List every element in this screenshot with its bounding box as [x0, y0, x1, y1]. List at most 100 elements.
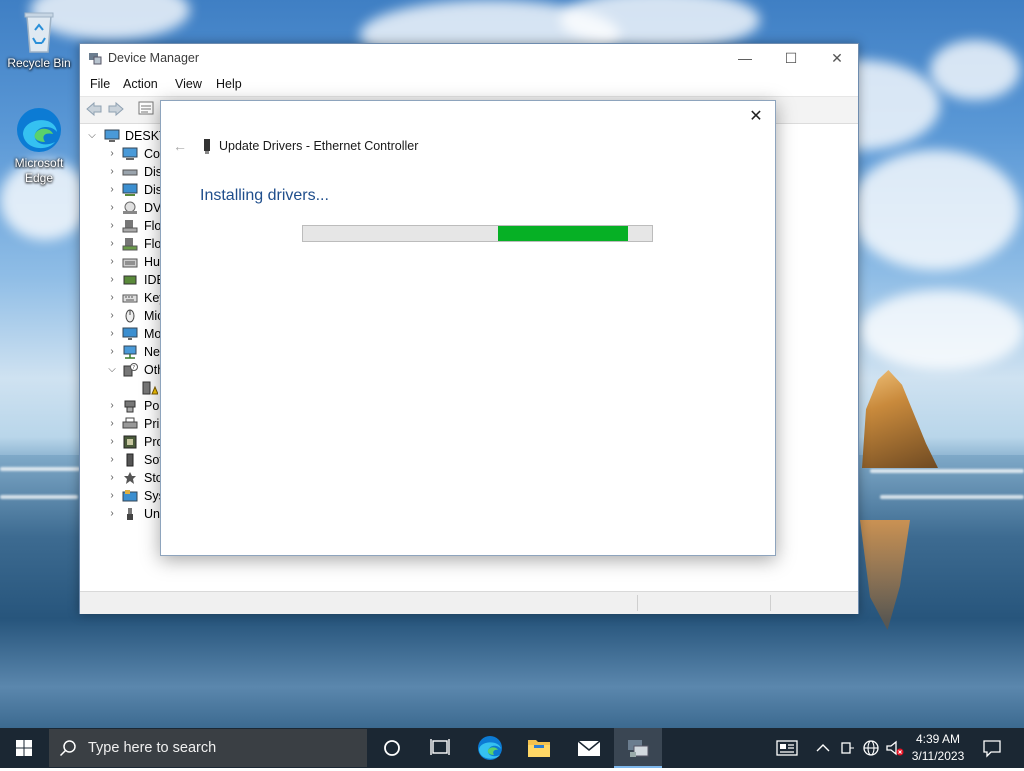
chevron-right-icon[interactable]: ›: [106, 235, 118, 253]
recycle-bin-icon: [24, 12, 54, 53]
search-box[interactable]: Type here to search: [49, 729, 367, 767]
desktop-icon-label: Microsoft Edge: [14, 156, 64, 185]
chevron-right-icon[interactable]: ›: [106, 307, 118, 325]
chevron-right-icon[interactable]: ›: [106, 271, 118, 289]
network-adapter-icon: [123, 345, 137, 359]
maximize-button[interactable]: ☐: [768, 44, 814, 74]
desktop-icon-microsoft-edge[interactable]: Microsoft Edge: [1, 106, 77, 186]
dialog-back-button[interactable]: ←: [171, 137, 189, 155]
sea-stack-rock: [862, 370, 938, 468]
keyboard-icon: [122, 294, 138, 303]
back-button[interactable]: [84, 101, 104, 119]
forward-button[interactable]: [106, 101, 126, 119]
news-icon: [776, 740, 798, 756]
show-hidden-icons-button[interactable]: [814, 738, 834, 758]
dvd-icon: [123, 201, 137, 214]
taskbar: Type here to search 4:39 AM 3/11/2023: [0, 728, 1024, 768]
system-devices-icon: [122, 490, 138, 502]
status-bar: [80, 591, 858, 614]
printer-icon: [122, 417, 138, 429]
desktop-icon-recycle-bin[interactable]: Recycle Bin: [1, 8, 77, 71]
disk-drive-icon: [122, 169, 138, 176]
taskbar-task-view[interactable]: [416, 728, 464, 768]
taskbar-news-button[interactable]: [776, 738, 798, 758]
chevron-right-icon[interactable]: ›: [106, 217, 118, 235]
chevron-right-icon[interactable]: ›: [106, 469, 118, 487]
menu-action[interactable]: Action: [123, 77, 158, 91]
window-title: Device Manager: [108, 51, 200, 65]
hid-icon: [122, 258, 138, 268]
safely-remove-hardware-icon: [841, 742, 854, 754]
taskbar-mail[interactable]: [565, 728, 613, 768]
cortana-icon: [384, 740, 400, 756]
usb-icon: [127, 508, 133, 520]
svg-text:?: ?: [132, 365, 135, 371]
warning-device-icon: [142, 381, 158, 395]
computer-icon: [122, 147, 138, 160]
back-arrow-icon: [86, 101, 102, 117]
tray-network-button[interactable]: [861, 738, 881, 758]
task-view-icon: [430, 739, 450, 755]
ide-controller-icon: [123, 275, 137, 285]
chevron-right-icon[interactable]: ›: [106, 181, 118, 199]
title-bar[interactable]: Device Manager — ☐ ✕: [80, 44, 858, 74]
desktop-icon-label: Recycle Bin: [7, 56, 71, 70]
processor-icon: [123, 435, 137, 449]
menu-view[interactable]: View: [175, 77, 202, 91]
chevron-right-icon[interactable]: ›: [106, 199, 118, 217]
close-button[interactable]: ✕: [814, 44, 860, 74]
windows-logo-icon: [16, 740, 32, 756]
chevron-right-icon[interactable]: ›: [106, 433, 118, 451]
properties-button[interactable]: [136, 101, 156, 119]
tray-usb-button[interactable]: [838, 738, 858, 758]
floppy-icon: [122, 220, 138, 233]
dialog-title: Update Drivers - Ethernet Controller: [219, 139, 419, 153]
chevron-right-icon[interactable]: ›: [106, 253, 118, 271]
chevron-right-icon[interactable]: ›: [106, 163, 118, 181]
chevron-down-icon[interactable]: ⌵: [86, 127, 98, 145]
chevron-right-icon[interactable]: ›: [106, 397, 118, 415]
chevron-right-icon[interactable]: ›: [106, 145, 118, 163]
device-manager-app-icon: [89, 53, 102, 65]
unknown-device-icon: ?: [123, 363, 138, 377]
chevron-up-icon: [816, 744, 830, 752]
chevron-right-icon[interactable]: ›: [106, 325, 118, 343]
device-manager-icon: [628, 740, 649, 757]
chevron-right-icon[interactable]: ›: [106, 487, 118, 505]
taskbar-device-manager[interactable]: [614, 728, 662, 768]
taskbar-cortana[interactable]: [368, 728, 416, 768]
forward-arrow-icon: [108, 101, 124, 117]
software-device-icon: [126, 453, 134, 467]
chevron-down-icon[interactable]: ⌵: [106, 361, 118, 379]
install-progress-bar: [302, 225, 653, 242]
file-explorer-icon: [528, 740, 550, 757]
clock-date[interactable]: 3/11/2023: [898, 749, 978, 763]
dialog-close-button[interactable]: ✕: [741, 103, 771, 131]
display-adapter-icon: [122, 183, 138, 196]
minimize-button[interactable]: —: [722, 44, 768, 74]
chevron-right-icon[interactable]: ›: [106, 289, 118, 307]
menu-help[interactable]: Help: [216, 77, 242, 91]
edge-icon: [478, 736, 502, 760]
ethernet-device-icon: [204, 139, 210, 154]
installing-drivers-heading: Installing drivers...: [200, 187, 329, 204]
search-placeholder: Type here to search: [88, 740, 217, 756]
floppy-controller-icon: [122, 238, 138, 251]
search-icon: [59, 740, 76, 757]
chevron-right-icon[interactable]: ›: [106, 343, 118, 361]
clock-time[interactable]: 4:39 AM: [898, 732, 978, 746]
chevron-right-icon[interactable]: ›: [106, 505, 118, 523]
menu-file[interactable]: File: [90, 77, 110, 91]
port-icon: [124, 400, 136, 413]
edge-icon: [17, 108, 61, 152]
taskbar-file-explorer[interactable]: [515, 728, 563, 768]
progress-fill: [498, 226, 628, 241]
chevron-right-icon[interactable]: ›: [106, 415, 118, 433]
start-button[interactable]: [0, 728, 48, 768]
taskbar-edge[interactable]: [466, 728, 514, 768]
mail-icon: [577, 740, 601, 756]
monitor-icon: [122, 327, 138, 340]
chevron-right-icon[interactable]: ›: [106, 451, 118, 469]
action-center-button[interactable]: [982, 738, 1002, 758]
storage-controller-icon: [124, 472, 136, 484]
